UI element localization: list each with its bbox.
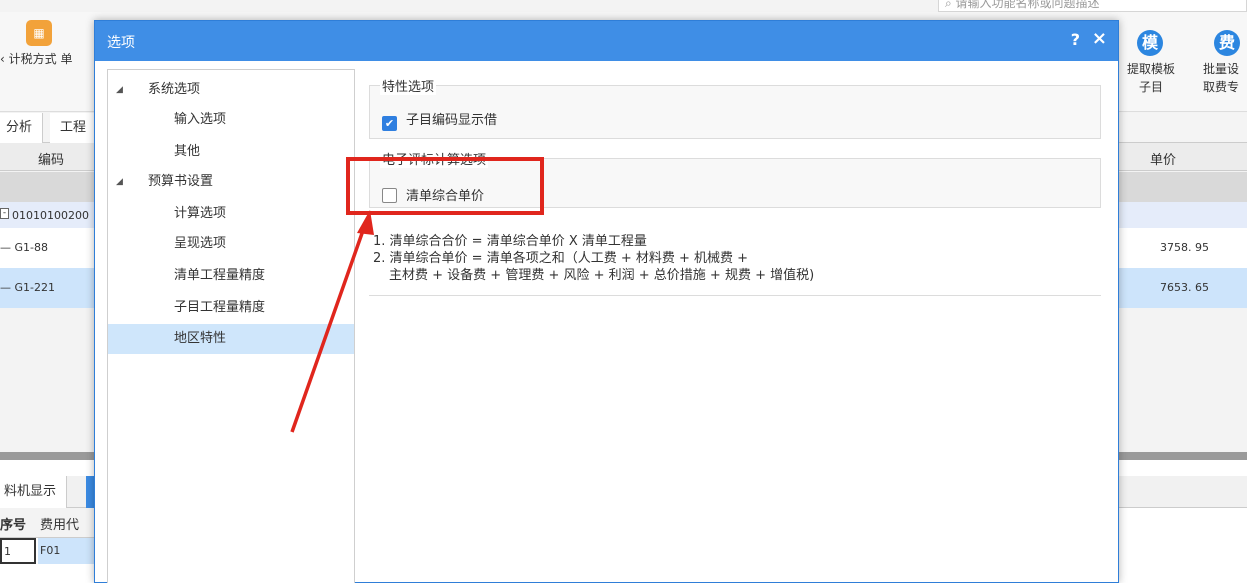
checkbox-label: 子目编码显示借 (406, 113, 498, 128)
expand-icon[interactable]: - (0, 208, 9, 219)
search-input[interactable]: ⌕ 请输入功能名称或问题描述 (938, 0, 1247, 12)
fee-icon[interactable]: 费 (1214, 30, 1240, 56)
group-title: 特性选项 (380, 76, 437, 95)
batch-set-button[interactable]: 批量设 取费专 (1203, 60, 1239, 96)
tree-label: 预算书设置 (148, 174, 214, 189)
collapse-arrow-icon[interactable]: ◢ (116, 168, 123, 196)
tab-project[interactable]: 工程 (50, 113, 98, 143)
tab-analysis[interactable]: 分析 (0, 113, 44, 143)
options-dialog: 选项 ? × ◢ 系统选项 输入选项 其他 ◢ 预算书设置 计算选项 呈现选项 … (94, 20, 1119, 583)
tree-label: 系统选项 (148, 82, 201, 97)
row-code: 01010100200 (12, 209, 89, 222)
dialog-title-bar[interactable]: 选项 ? × (95, 21, 1118, 61)
template-icon[interactable]: 模 (1137, 30, 1163, 56)
tree-item-sub-qty-precision[interactable]: 子目工程量精度 (174, 294, 265, 322)
bottom-grid-header: 序号 费用代 (0, 508, 100, 538)
tree-item-budget-settings[interactable]: ◢ 预算书设置 (108, 168, 354, 196)
tree-item-other[interactable]: 其他 (174, 138, 200, 166)
extract-template-button[interactable]: 提取模板 子目 (1127, 60, 1175, 96)
tree-item-calc-options[interactable]: 计算选项 (174, 200, 226, 228)
collapse-arrow-icon[interactable]: ◢ (116, 76, 123, 104)
bottom-grid-row[interactable]: 1 F01 (0, 538, 100, 564)
tree-item-system-options[interactable]: ◢ 系统选项 (108, 76, 354, 104)
close-icon[interactable]: × (1092, 28, 1107, 49)
tax-mode-button[interactable]: ‹ 计税方式 单 (0, 50, 73, 68)
tree-item-regional-features[interactable]: 地区特性 (174, 325, 226, 353)
search-icon: ⌕ (945, 0, 956, 10)
row-no: 1 (0, 538, 36, 564)
row-code: — G1-221 (0, 281, 55, 294)
row-fee-code: F01 (38, 538, 100, 564)
col-code: 编码 (38, 153, 65, 168)
row-unit-price: 7653. 65 (1160, 281, 1209, 294)
notes-divider (369, 295, 1101, 296)
tree-item-display-options[interactable]: 呈现选项 (174, 230, 226, 258)
feature-options-group: 特性选项 ✔ 子目编码显示借 (369, 76, 1101, 139)
col-no: 序号 (0, 518, 27, 533)
note-line: 主材费 + 设备费 + 管理费 + 风险 + 利润 + 总价措施 + 规费 + … (389, 268, 815, 283)
col-fee-code: 费用代 (40, 518, 80, 533)
note-line: 1. 清单综合合价 = 清单综合单价 X 清单工程量 (373, 234, 647, 249)
highlight-box (346, 157, 544, 215)
subitem-code-display-checkbox[interactable]: ✔ 子目编码显示借 (382, 109, 497, 131)
row-code: — G1-88 (0, 241, 48, 254)
formula-notes: 1. 清单综合合价 = 清单综合单价 X 清单工程量 2. 清单综合单价 = 清… (373, 233, 814, 284)
tax-mode-icon[interactable]: ▦ (26, 20, 52, 46)
tree-item-bill-qty-precision[interactable]: 清单工程量精度 (174, 262, 265, 290)
col-unit-price: 单价 (1150, 153, 1177, 168)
help-icon[interactable]: ? (1071, 30, 1080, 49)
row-unit-price: 3758. 95 (1160, 241, 1209, 254)
tree-item-input-options[interactable]: 输入选项 (174, 106, 226, 134)
tree-selection-highlight (108, 324, 354, 354)
tab-machine-display[interactable]: 料机显示 (0, 476, 68, 508)
search-placeholder: 请输入功能名称或问题描述 (955, 0, 1100, 10)
dialog-title: 选项 (107, 35, 135, 51)
checked-icon[interactable]: ✔ (382, 116, 397, 131)
options-tree: ◢ 系统选项 输入选项 其他 ◢ 预算书设置 计算选项 呈现选项 清单工程量精度… (107, 69, 355, 583)
note-line: 2. 清单综合单价 = 清单各项之和（人工费 + 材料费 + 机械费 + (373, 251, 749, 266)
